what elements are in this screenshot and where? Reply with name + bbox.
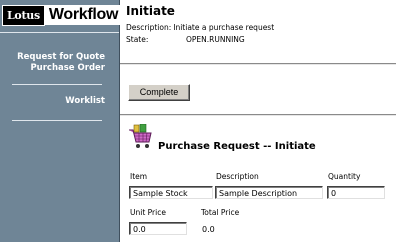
state-row: State: OPEN.RUNNING [126,35,245,44]
complete-button[interactable]: Complete [128,84,190,101]
total-price-value: 0.0 [202,225,215,234]
item-label: Item [130,172,148,181]
logo-product-text: Workflow [44,5,123,25]
actions-divider [120,114,396,116]
description-label: Description: [126,23,172,32]
lotus-workflow-logo: Lotus Workflow [2,4,123,26]
logo-lotus-text: Lotus [2,4,45,26]
sidebar-item-worklist[interactable]: Worklist [65,96,105,107]
description-row: Description: Initiate a purchase request [126,23,274,32]
description-field[interactable]: Sample Description [215,186,323,199]
main-content: Initiate Description: Initiate a purchas… [120,0,396,242]
unit-price-label: Unit Price [130,208,166,217]
description-value: Initiate a purchase request [173,23,275,32]
sidebar-item-label: Request for Quote [17,52,105,62]
total-price-label: Total Price [201,208,240,217]
sidebar-item-request-for-quote[interactable]: Request for Quote Purchase Order [17,52,105,74]
quantity-label: Quantity [328,172,361,181]
unit-price-field[interactable]: 0.0 [129,222,187,235]
quantity-field[interactable]: 0 [327,186,385,199]
sidebar-divider [12,120,102,121]
state-label: State: [126,35,149,44]
form-title: Purchase Request -- Initiate [158,141,316,152]
page-title: Initiate [126,4,175,18]
description-field-label: Description [216,172,259,181]
sidebar-item-label: Worklist [65,96,105,106]
logo-divider [0,32,119,33]
state-value: OPEN.RUNNING [186,35,245,44]
item-field[interactable]: Sample Stock [129,186,213,199]
sidebar-divider [12,84,102,85]
header-divider [120,63,396,65]
sidebar: Lotus Workflow Request for Quote Purchas… [0,0,123,242]
sidebar-item-label: Purchase Order [30,63,105,73]
shopping-cart-icon [129,124,152,148]
